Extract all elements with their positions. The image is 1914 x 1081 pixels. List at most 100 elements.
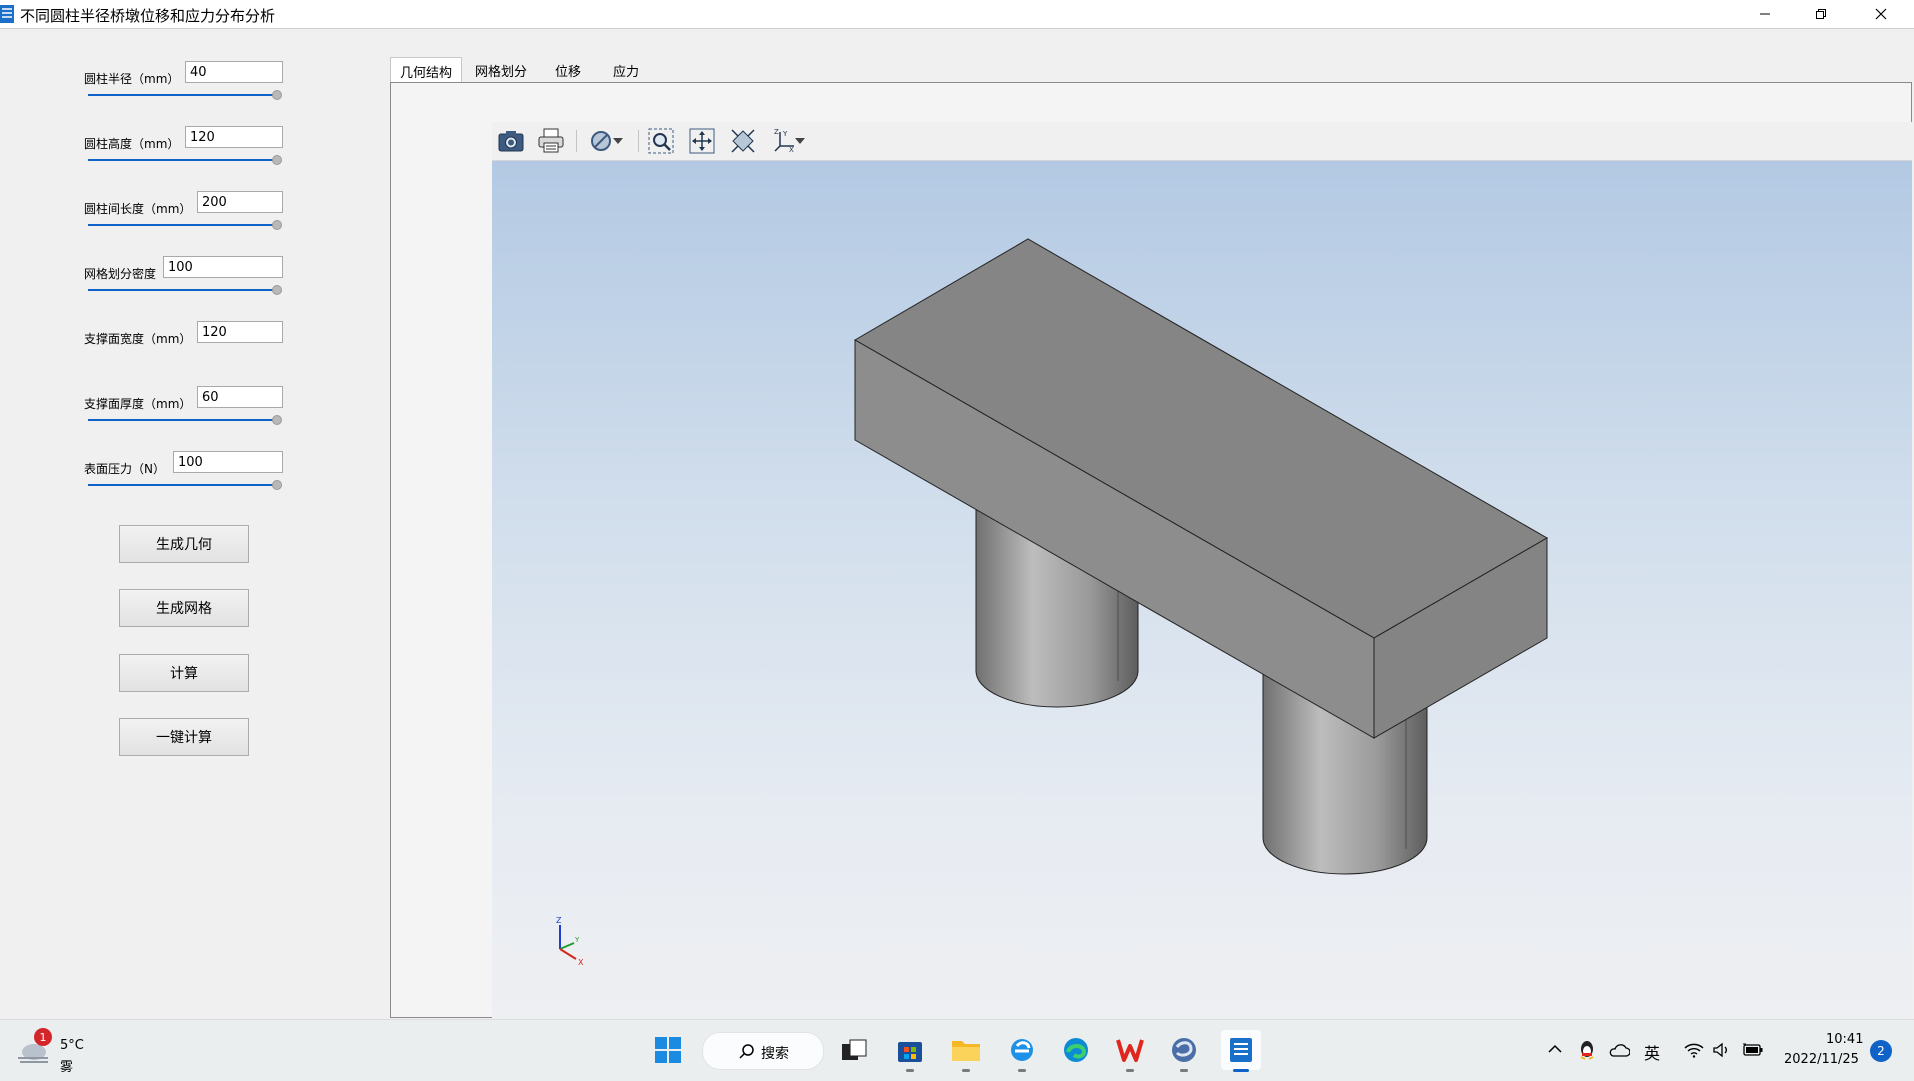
onedrive-cloud-icon[interactable] bbox=[1608, 1042, 1630, 1058]
radius-input[interactable] bbox=[185, 61, 283, 83]
store-icon bbox=[898, 1042, 922, 1062]
axis-x-label: X bbox=[578, 958, 584, 967]
taskbar-app-comsol[interactable] bbox=[1164, 1030, 1204, 1072]
tab-geometry[interactable]: 几何结构 bbox=[390, 57, 462, 84]
taskbar-app-wps[interactable] bbox=[1110, 1030, 1150, 1072]
toolbar-separator bbox=[576, 130, 577, 152]
support-thickness-slider-track[interactable] bbox=[88, 419, 278, 421]
support-width-input[interactable] bbox=[197, 321, 283, 343]
one-click-compute-button[interactable]: 一键计算 bbox=[119, 718, 249, 756]
pressure-slider-thumb[interactable] bbox=[272, 480, 282, 490]
weather-desc: 雾 bbox=[60, 1060, 74, 1075]
minimize-button[interactable] bbox=[1742, 0, 1788, 28]
tab-displacement[interactable]: 位移 bbox=[538, 57, 598, 83]
restore-icon bbox=[1816, 9, 1826, 19]
volume-icon[interactable] bbox=[1712, 1042, 1730, 1058]
mesh-density-slider-thumb[interactable] bbox=[272, 285, 282, 295]
battery-icon[interactable] bbox=[1742, 1042, 1764, 1058]
param-row-pressure: 表面压力（N） bbox=[0, 450, 390, 510]
zoom-window-icon[interactable] bbox=[646, 126, 676, 156]
param-row-spacing: 圆柱间长度（mm） bbox=[0, 190, 390, 250]
tray-overflow-chevron-up-icon[interactable] bbox=[1548, 1044, 1562, 1054]
app-running-dot bbox=[1018, 1069, 1026, 1072]
param-label: 支撑面宽度（mm） bbox=[84, 332, 192, 346]
3d-viewer: Y X Z Z Y X bbox=[492, 122, 1912, 1018]
window-title: 不同圆柱半径桥墩位移和应力分布分析 bbox=[20, 7, 276, 25]
pan-icon[interactable] bbox=[687, 126, 717, 156]
taskbar-app-explorer[interactable] bbox=[946, 1030, 986, 1072]
title-bar: 不同圆柱半径桥墩位移和应力分布分析 bbox=[0, 0, 1914, 28]
height-input[interactable] bbox=[185, 126, 283, 148]
radius-slider-track[interactable] bbox=[88, 94, 278, 96]
weather-widget[interactable]: 1 5°C 雾 bbox=[16, 1028, 96, 1075]
app-running-dot bbox=[906, 1069, 914, 1072]
camera-icon[interactable] bbox=[496, 126, 526, 156]
print-icon[interactable] bbox=[536, 126, 566, 156]
clock-time[interactable]: 10:41 bbox=[1826, 1032, 1863, 1047]
compute-button[interactable]: 计算 bbox=[119, 654, 249, 692]
close-button[interactable] bbox=[1858, 0, 1904, 28]
toolbar-separator bbox=[638, 130, 639, 152]
param-label: 网格划分密度 bbox=[84, 267, 157, 281]
support-thickness-slider-thumb[interactable] bbox=[272, 415, 282, 425]
ime-indicator[interactable]: 英 bbox=[1644, 1040, 1660, 1064]
height-slider-track[interactable] bbox=[88, 159, 278, 161]
app-running-dot bbox=[1180, 1069, 1188, 1072]
task-view-button[interactable] bbox=[834, 1030, 874, 1070]
mesh-density-input[interactable] bbox=[163, 256, 283, 278]
ie-icon bbox=[1011, 1039, 1033, 1061]
deck-box bbox=[854, 238, 1549, 739]
axis-y-label: Y bbox=[574, 936, 580, 944]
restore-button[interactable] bbox=[1798, 0, 1844, 28]
comsol-icon bbox=[1172, 1038, 1196, 1062]
pressure-input[interactable] bbox=[173, 451, 283, 473]
weather-badge: 1 bbox=[34, 1028, 52, 1046]
start-button[interactable] bbox=[648, 1030, 688, 1070]
weather-temp: 5°C bbox=[60, 1038, 84, 1053]
notification-badge[interactable]: 2 bbox=[1870, 1040, 1892, 1062]
chevron-down-icon[interactable] bbox=[610, 126, 626, 156]
fog-icon bbox=[18, 1044, 48, 1063]
chevron-down-icon[interactable] bbox=[792, 126, 808, 156]
taskbar-app-current[interactable] bbox=[1221, 1030, 1261, 1072]
taskbar-app-store[interactable] bbox=[890, 1030, 930, 1072]
app-window-icon bbox=[1230, 1038, 1252, 1062]
parameter-panel: 圆柱半径（mm） 圆柱高度（mm） 圆柱间长度（mm） 网格划分密度 支撑面宽度… bbox=[0, 29, 390, 1019]
height-slider-thumb[interactable] bbox=[272, 155, 282, 165]
app-running-dot bbox=[962, 1069, 970, 1072]
wifi-icon[interactable] bbox=[1684, 1042, 1704, 1058]
viewer-toolbar: YXZ bbox=[492, 122, 1912, 161]
app-running-dot bbox=[1126, 1069, 1134, 1072]
pressure-slider-track[interactable] bbox=[88, 484, 278, 486]
windows-icon bbox=[655, 1037, 681, 1063]
tab-stress[interactable]: 应力 bbox=[596, 57, 656, 83]
taskbar-app-ie[interactable] bbox=[1002, 1030, 1042, 1072]
svg-text:Z: Z bbox=[774, 128, 779, 136]
qq-icon[interactable] bbox=[1578, 1040, 1596, 1060]
bridge-model bbox=[854, 238, 1549, 875]
app-active-indicator bbox=[1233, 1069, 1249, 1072]
app-icon bbox=[0, 5, 14, 23]
edge-icon bbox=[1064, 1038, 1088, 1062]
radius-slider-thumb[interactable] bbox=[272, 90, 282, 100]
param-label: 圆柱间长度（mm） bbox=[84, 202, 192, 216]
clock-date[interactable]: 2022/11/25 bbox=[1784, 1052, 1859, 1067]
param-label: 圆柱高度（mm） bbox=[84, 137, 180, 151]
search-icon bbox=[739, 1044, 754, 1059]
support-thickness-input[interactable] bbox=[197, 386, 283, 408]
spacing-input[interactable] bbox=[197, 191, 283, 213]
spacing-slider-thumb[interactable] bbox=[272, 220, 282, 230]
taskbar-search[interactable]: 搜索 bbox=[702, 1032, 824, 1070]
param-row-support-width: 支撑面宽度（mm） bbox=[0, 320, 390, 380]
tab-mesh[interactable]: 网格划分 bbox=[466, 57, 536, 83]
param-label: 支撑面厚度（mm） bbox=[84, 397, 192, 411]
axis-triad: Z Y X bbox=[556, 916, 584, 967]
param-label: 圆柱半径（mm） bbox=[84, 72, 180, 86]
mesh-density-slider-track[interactable] bbox=[88, 289, 278, 291]
zoom-extents-icon[interactable] bbox=[728, 126, 758, 156]
generate-geometry-button[interactable]: 生成几何 bbox=[119, 525, 249, 563]
taskbar-app-edge[interactable] bbox=[1056, 1030, 1096, 1070]
viewport-canvas[interactable]: Z Y X bbox=[492, 161, 1912, 1018]
generate-mesh-button[interactable]: 生成网格 bbox=[119, 589, 249, 627]
spacing-slider-track[interactable] bbox=[88, 224, 278, 226]
